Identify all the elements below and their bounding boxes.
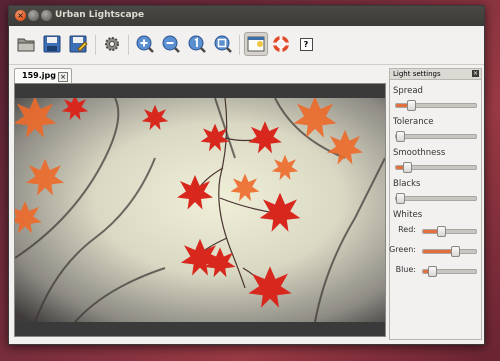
blue-slider-handle[interactable]	[428, 266, 437, 277]
close-panel-icon[interactable]: ×	[472, 70, 479, 77]
photo-image	[15, 98, 385, 322]
image-viewport[interactable]	[14, 83, 386, 337]
smoothness-label: Smoothness	[393, 148, 446, 158]
toolbar-separator	[239, 35, 240, 55]
zoom-out-icon	[162, 35, 180, 53]
zoom-1to1-icon	[188, 35, 206, 53]
spread-slider[interactable]	[395, 100, 477, 111]
light-settings-toggle-icon	[247, 36, 265, 52]
open-button[interactable]	[15, 33, 37, 55]
document-tabs: 159.jpg ×	[14, 68, 384, 84]
window-title: Urban Lightscape	[55, 10, 145, 20]
light-settings-panel: Light settings × Spread Tolerance Smooth…	[389, 68, 482, 340]
zoom-1to1-button[interactable]	[186, 33, 208, 55]
toolbar: ?	[9, 26, 484, 65]
save-as-button[interactable]	[67, 33, 89, 55]
panel-header: Light settings ×	[390, 69, 481, 80]
save-icon	[43, 35, 61, 53]
red-slider[interactable]	[422, 226, 477, 237]
close-window-button[interactable]: ×	[15, 10, 26, 21]
about-icon: ?	[299, 37, 313, 51]
blacks-slider-handle[interactable]	[396, 193, 405, 204]
save-button[interactable]	[41, 33, 63, 55]
tab-label: 159.jpg	[22, 71, 56, 80]
help-icon	[273, 36, 289, 52]
green-label: Green:	[389, 245, 416, 254]
light-settings-toggle-button[interactable]	[244, 32, 268, 56]
toolbar-separator	[128, 35, 129, 55]
open-icon	[17, 38, 35, 52]
red-label: Red:	[398, 225, 416, 234]
zoom-in-icon	[136, 35, 154, 53]
blue-slider[interactable]	[422, 266, 477, 277]
maximize-window-button[interactable]	[41, 10, 52, 21]
settings-icon	[105, 37, 119, 51]
blacks-label: Blacks	[393, 179, 421, 189]
tab-159-jpg[interactable]: 159.jpg ×	[14, 68, 72, 84]
spread-slider-handle[interactable]	[407, 100, 416, 111]
blacks-slider[interactable]	[395, 193, 477, 204]
toolbar-separator	[95, 35, 96, 55]
smoothness-slider[interactable]	[395, 162, 477, 173]
green-slider-fill	[423, 250, 454, 253]
title-bar: × Urban Lightscape	[9, 6, 484, 26]
zoom-in-button[interactable]	[134, 33, 156, 55]
green-slider-handle[interactable]	[451, 246, 460, 257]
settings-button[interactable]	[101, 33, 123, 55]
tolerance-label: Tolerance	[393, 117, 434, 127]
app-window: × Urban Lightscape ? 159.jpg × Light set…	[8, 5, 485, 345]
about-button[interactable]: ?	[295, 33, 317, 55]
minimize-window-button[interactable]	[28, 10, 39, 21]
save-as-icon	[69, 35, 88, 53]
blue-label: Blue:	[395, 265, 416, 274]
tolerance-slider[interactable]	[395, 131, 477, 142]
whites-label: Whites	[393, 210, 423, 220]
green-slider[interactable]	[422, 246, 477, 257]
red-slider-handle[interactable]	[437, 226, 446, 237]
close-tab-icon[interactable]: ×	[58, 72, 68, 82]
help-button[interactable]	[270, 33, 292, 55]
tolerance-slider-handle[interactable]	[396, 131, 405, 142]
spread-label: Spread	[393, 86, 423, 96]
smoothness-slider-handle[interactable]	[403, 162, 412, 173]
zoom-fit-button[interactable]	[212, 33, 234, 55]
zoom-fit-icon	[214, 35, 232, 53]
zoom-out-button[interactable]	[160, 33, 182, 55]
panel-title: Light settings	[393, 70, 441, 78]
